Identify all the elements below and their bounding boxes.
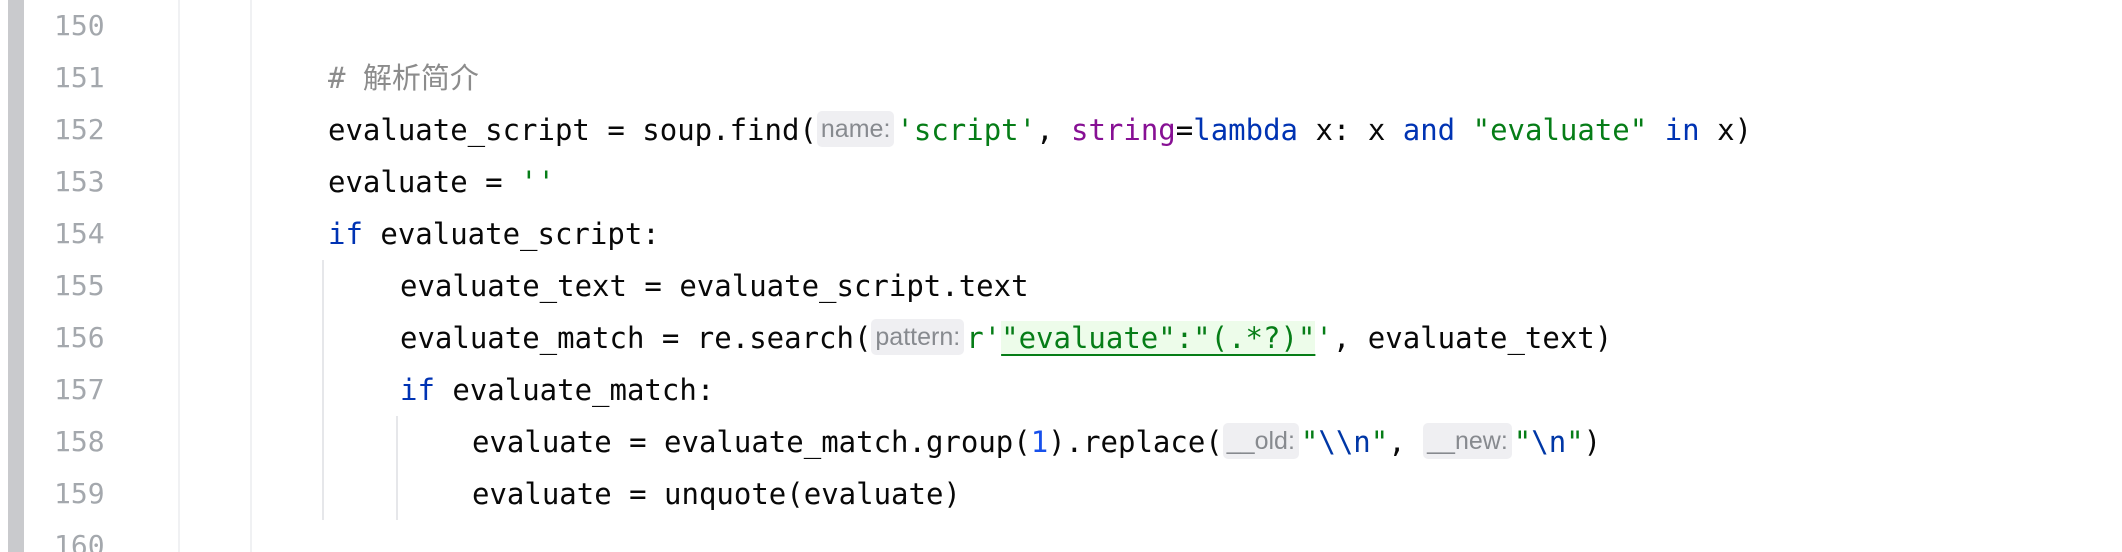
line-number: 157 bbox=[54, 373, 105, 406]
function-call: soup.find( bbox=[642, 113, 817, 147]
line-number: 154 bbox=[54, 217, 105, 250]
code-line[interactable]: 157 if evaluate_match: bbox=[0, 364, 2122, 416]
code-line[interactable]: 160 bbox=[0, 520, 2122, 552]
code-segment: evaluate = evaluate_match.group( bbox=[472, 425, 1031, 459]
line-number: 160 bbox=[54, 529, 105, 552]
punctuation: , bbox=[1036, 113, 1071, 147]
code-segment: evaluate = bbox=[328, 165, 521, 199]
number-literal: 1 bbox=[1030, 425, 1049, 459]
raw-string-suffix: ' bbox=[1315, 321, 1333, 355]
line-number: 152 bbox=[54, 113, 105, 146]
code-text: evaluate_script = soup.find(name:'script… bbox=[328, 104, 1752, 156]
string-literal: 'script' bbox=[896, 113, 1037, 147]
lambda-body: x: x bbox=[1298, 113, 1403, 147]
keyword-lambda: lambda bbox=[1193, 113, 1298, 147]
code-text: evaluate = evaluate_match.group(1).repla… bbox=[472, 416, 1601, 468]
regex-literal: "evaluate":"(.*?)" bbox=[1001, 321, 1316, 355]
parameter-hint-pattern: pattern: bbox=[871, 319, 965, 355]
string-quote: " bbox=[1300, 425, 1319, 459]
parameter-hint-old: __old: bbox=[1222, 423, 1299, 459]
keyword-if: if bbox=[328, 217, 363, 251]
code-tail: ) bbox=[1583, 425, 1602, 459]
code-segment: evaluate_match = re.search( bbox=[400, 321, 872, 355]
keyword-if: if bbox=[400, 373, 435, 407]
code-line[interactable]: 159 evaluate = unquote(evaluate) bbox=[0, 468, 2122, 520]
code-tail: x) bbox=[1699, 113, 1753, 147]
code-text: evaluate_match = re.search(pattern: r'"ev… bbox=[400, 312, 1612, 364]
code-comment: # 解析简介 bbox=[328, 61, 479, 95]
code-line[interactable]: 155 evaluate_text = evaluate_script.text bbox=[0, 260, 2122, 312]
code-editor[interactable]: 150 151 # 解析简介 152 evaluate_script = sou… bbox=[0, 0, 2122, 552]
line-number: 153 bbox=[54, 165, 105, 198]
code-line[interactable]: 151 # 解析简介 bbox=[0, 52, 2122, 104]
keyword-in: in bbox=[1664, 113, 1700, 147]
escape-sequence: \n bbox=[1531, 425, 1567, 459]
code-line[interactable]: 150 bbox=[0, 0, 2122, 52]
code-line[interactable]: 152 evaluate_script = soup.find(name:'sc… bbox=[0, 104, 2122, 156]
code-text: evaluate_text = evaluate_script.text bbox=[400, 269, 1029, 303]
identifier: evaluate_script bbox=[328, 113, 590, 147]
operator: = bbox=[1175, 113, 1194, 147]
code-segment: evaluate_match: bbox=[434, 373, 715, 407]
line-number: 158 bbox=[54, 425, 105, 458]
parameter-hint-name: name: bbox=[816, 111, 895, 147]
string-literal: '' bbox=[520, 165, 555, 199]
string-quote: " bbox=[1566, 425, 1584, 459]
line-number: 159 bbox=[54, 477, 105, 510]
string-quote: " bbox=[1370, 425, 1389, 459]
line-number: 156 bbox=[54, 321, 105, 354]
code-text: if evaluate_match: bbox=[400, 364, 714, 416]
code-text: evaluate = unquote(evaluate) bbox=[472, 477, 961, 511]
code-segment: evaluate_script: bbox=[362, 217, 660, 251]
keyword-and: and bbox=[1402, 113, 1456, 147]
code-tail: , evaluate_text) bbox=[1332, 321, 1613, 355]
code-text: if evaluate_script: bbox=[328, 208, 660, 260]
code-line[interactable]: 156 evaluate_match = re.search(pattern: r… bbox=[0, 312, 2122, 364]
keyword-argument: string bbox=[1071, 113, 1176, 147]
code-line[interactable]: 153 evaluate = '' bbox=[0, 156, 2122, 208]
code-line[interactable]: 154 if evaluate_script: bbox=[0, 208, 2122, 260]
operator: = bbox=[589, 113, 643, 147]
line-number: 151 bbox=[54, 61, 105, 94]
code-text: evaluate = '' bbox=[328, 156, 555, 208]
line-number: 150 bbox=[54, 9, 105, 42]
escape-sequence: \\n bbox=[1318, 425, 1371, 459]
line-number: 155 bbox=[54, 269, 105, 302]
punctuation: , bbox=[1388, 425, 1424, 459]
parameter-hint-new: __new: bbox=[1423, 423, 1512, 459]
code-line[interactable]: 158 evaluate = evaluate_match.group(1).r… bbox=[0, 416, 2122, 468]
raw-string-prefix: r' bbox=[966, 321, 1002, 355]
string-quote: " bbox=[1513, 425, 1532, 459]
string-literal: "evaluate" bbox=[1472, 113, 1648, 147]
code-segment: ).replace( bbox=[1048, 425, 1223, 459]
